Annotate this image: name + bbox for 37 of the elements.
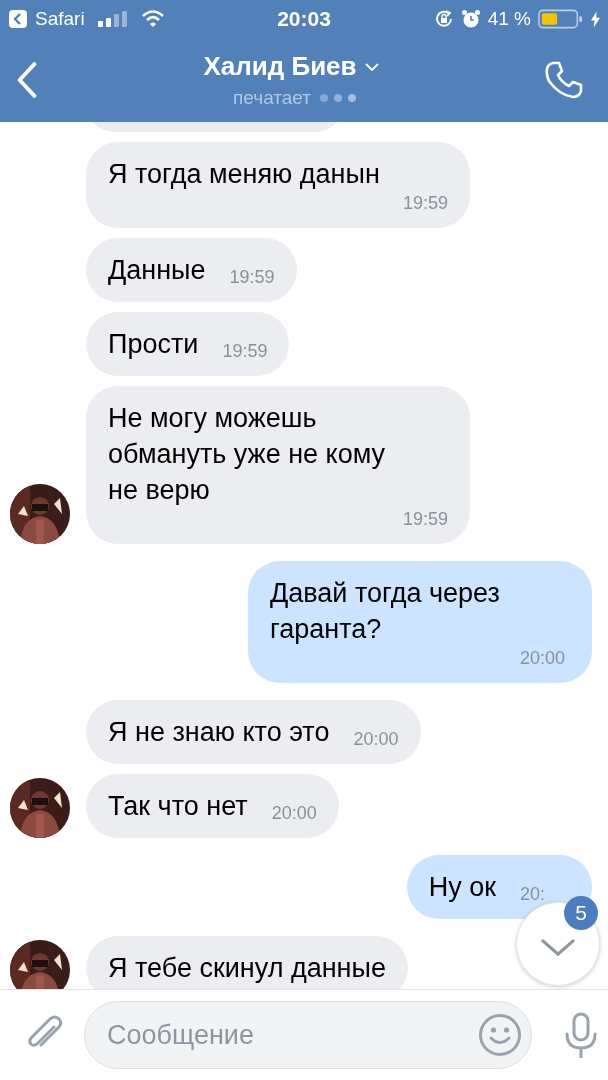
chevron-down-icon bbox=[541, 937, 575, 957]
message-time: 20:00 bbox=[520, 647, 567, 669]
message-text: Не могу можешь обмануть уже не кому не верю bbox=[108, 402, 387, 507]
signal-icon bbox=[97, 11, 128, 27]
battery-percent: 41 % bbox=[487, 8, 531, 30]
wifi-icon bbox=[140, 10, 165, 28]
chevron-down-icon[interactable] bbox=[364, 62, 379, 71]
message-text: Ну ок bbox=[428, 871, 496, 904]
message-time: 19:59 bbox=[229, 266, 275, 288]
message-time: 20: bbox=[520, 883, 547, 905]
typing-dots-icon bbox=[319, 93, 359, 103]
message-field[interactable]: Сообщение bbox=[84, 1001, 532, 1069]
phone-icon[interactable] bbox=[544, 60, 584, 100]
back-to-app-icon[interactable] bbox=[8, 9, 28, 29]
chat-title[interactable]: Халид Биев bbox=[203, 51, 357, 82]
message-time: 19:59 bbox=[222, 340, 268, 362]
message-text: Так что нет bbox=[108, 790, 248, 823]
message-text: Давай тогда через гаранта? bbox=[270, 577, 501, 646]
alarm-icon bbox=[460, 9, 481, 29]
typing-status: печатает bbox=[233, 87, 311, 109]
emoji-icon[interactable] bbox=[478, 1013, 522, 1057]
charging-icon bbox=[591, 10, 600, 28]
back-app-label[interactable]: Safari bbox=[35, 8, 85, 30]
message-time: 19:59 bbox=[402, 508, 448, 530]
rotation-lock-icon bbox=[433, 9, 454, 29]
message-text: Я тогда меняю данын bbox=[108, 158, 380, 191]
microphone-icon[interactable] bbox=[564, 1012, 598, 1058]
battery-icon bbox=[538, 9, 584, 29]
message-time: 20:00 bbox=[271, 802, 317, 824]
message-text: Прости bbox=[108, 328, 199, 361]
message-text: Я тебе скинул данные bbox=[108, 952, 386, 985]
message-time: 20:00 bbox=[353, 728, 399, 750]
message-text: Данные bbox=[108, 254, 206, 287]
clock-time: 20:03 bbox=[277, 7, 331, 31]
message-time: 19:59 bbox=[402, 192, 448, 214]
message-text: Я не знаю кто это bbox=[108, 716, 330, 749]
back-icon[interactable] bbox=[16, 62, 38, 98]
